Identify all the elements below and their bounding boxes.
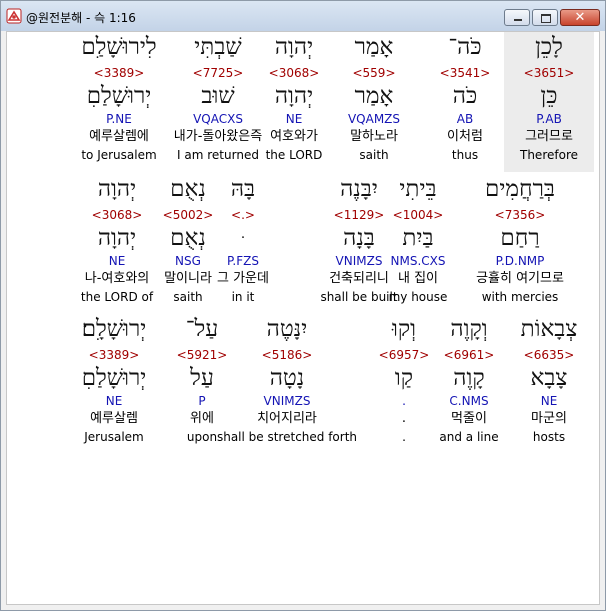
word-cell[interactable]: יִבָּנֶה <1129> בָּנָה VNIMZS 건축되리니 shall be …: [299, 174, 419, 314]
morphology-code: .: [402, 394, 406, 408]
hebrew-word: יְהוָה: [97, 176, 137, 202]
word-cell[interactable]: וְקוּ <6957> קַו...: [359, 314, 449, 454]
english-gloss: saith: [359, 148, 389, 162]
hebrew-word: שַׁבְתִּי: [194, 34, 242, 60]
hebrew-word: יִבָּנֶה: [340, 176, 378, 202]
english-gloss: I am returned: [177, 148, 259, 162]
strong-number: <3389>: [88, 348, 140, 362]
hebrew-word: כֹּה־: [448, 34, 482, 60]
morphology-code: NE: [105, 394, 123, 408]
korean-gloss: 위에: [190, 411, 214, 426]
hebrew-word: בְּרַחֲמִים: [484, 176, 555, 202]
hebrew-lemma: אָמַר: [354, 83, 394, 109]
hebrew-lemma: צָבָא: [530, 365, 568, 391]
minimize-button[interactable]: [504, 9, 530, 26]
interlinear-panel: לָכֵן <3651> כֵּן P.AB 그러므로 Therefore כֹּה־ <35…: [6, 31, 600, 605]
morphology-code: VNIMZS: [335, 254, 383, 268]
korean-gloss: 내가-돌아왔은즉: [173, 129, 263, 144]
morphology-code: AB: [456, 112, 474, 126]
word-cell[interactable]: עַל־ <5921> עַל P 위에 upon: [160, 314, 244, 454]
strong-number: <6635>: [523, 348, 575, 362]
strong-number: <3541>: [439, 66, 491, 80]
hebrew-lemma: רַחַם: [500, 225, 540, 251]
strong-number: <3068>: [91, 208, 143, 222]
word-cell[interactable]: יְהוָה <3068> יְהוָה NE 나-여호와의 the LORD of: [64, 174, 170, 314]
hebrew-lemma: יְרוּשָׁלַםִ: [86, 83, 152, 109]
english-gloss: upon: [186, 430, 218, 444]
hebrew-word: עַל־: [185, 316, 219, 342]
app-icon: [6, 8, 22, 24]
english-gloss: with mercies: [481, 290, 559, 304]
hebrew-lemma: יְרוּשָׁלַםִ: [81, 365, 147, 391]
hebrew-word: לָכֵן: [535, 34, 563, 60]
hebrew-lemma: שׁוּב: [201, 83, 235, 109]
close-icon: ✕: [574, 10, 586, 25]
hebrew-lemma: כֹּה: [452, 83, 478, 109]
word-cell[interactable]: שַׁבְתִּי <7725> שׁוּב VQACXS 내가-돌아왔은즉 I am r…: [163, 32, 273, 172]
strong-number: <3651>: [523, 66, 575, 80]
maximize-button[interactable]: [532, 9, 558, 26]
strong-number: <5921>: [176, 348, 228, 362]
english-gloss: Therefore: [520, 148, 578, 162]
morphology-code: P.NE: [106, 112, 132, 126]
strong-number: <559>: [352, 66, 396, 80]
english-gloss: shall be built: [320, 290, 398, 304]
morphology-code: NE: [108, 254, 126, 268]
hebrew-word: יְרוּשָׁלִָם׃: [81, 316, 147, 342]
window-title: @원전분해 - 슥 1:16: [26, 11, 136, 25]
korean-gloss: 이처럼: [447, 129, 483, 144]
korean-gloss: 나-여호와의: [84, 271, 150, 286]
hebrew-word: אָמַר: [354, 34, 394, 60]
english-gloss: thus: [451, 148, 479, 162]
morphology-code: VQACXS: [193, 112, 243, 126]
word-cell[interactable]: לָכֵן <3651> כֵּן P.AB 그러므로 Therefore: [504, 32, 594, 172]
strong-number: <7725>: [192, 66, 244, 80]
title-bar[interactable]: @원전분해 - 슥 1:16 ✕: [1, 1, 605, 31]
korean-gloss: 건축되리니: [329, 271, 389, 286]
english-gloss: the LORD of: [80, 290, 154, 304]
close-button[interactable]: ✕: [560, 9, 600, 26]
morphology-code: P.D.NMP: [495, 254, 545, 268]
korean-gloss: .: [401, 411, 407, 426]
hebrew-word: לִירוּשָׁלִַם: [81, 34, 157, 60]
korean-gloss: 마군의: [531, 411, 567, 426]
korean-gloss: 긍휼히 여기므로: [476, 271, 564, 286]
english-gloss: .: [402, 430, 406, 444]
hebrew-word: צְבָאוֹת: [520, 316, 578, 342]
app-window: @원전분해 - 슥 1:16 ✕ לָכֵן <3651> כֵּן P.AB 그러므로…: [0, 0, 606, 611]
word-cell[interactable]: לִירוּשָׁלִַם <3389> יְרוּשָׁלַםִ P.NE 예루살렘에…: [64, 32, 174, 172]
word-cell[interactable]: יְרוּשָׁלִָם׃ <3389> יְרוּשָׁלַםִ NE 예루살렘 Jer…: [64, 314, 164, 454]
english-gloss: Jerusalem: [84, 430, 144, 444]
word-cell[interactable]: אָמַר <559> אָמַר VQAMZS 말하노라 saith: [329, 32, 419, 172]
hebrew-word: וְקוּ: [391, 316, 417, 342]
morphology-code: P.AB: [536, 112, 562, 126]
english-gloss: hosts: [532, 430, 566, 444]
word-cell[interactable]: בְּרַחֲמִים <7356> רַחַם P.D.NMP 긍휼히 여기므로 wit…: [463, 174, 577, 314]
korean-gloss: 그러므로: [525, 129, 573, 144]
word-cell[interactable]: צְבָאוֹת <6635> צָבָא NE 마군의 hosts: [503, 314, 595, 454]
hebrew-lemma: יְהוָה: [97, 225, 137, 251]
hebrew-lemma: כֵּן: [540, 83, 558, 109]
hebrew-lemma: קַו: [394, 365, 414, 391]
morphology-code: P: [198, 394, 206, 408]
strong-number: <3389>: [93, 66, 145, 80]
english-gloss: to Jerusalem: [81, 148, 157, 162]
strong-number: <7356>: [494, 208, 546, 222]
hebrew-lemma: בָּנָה: [343, 225, 375, 251]
strong-number: <1129>: [333, 208, 385, 222]
korean-gloss: 예루살렘: [90, 411, 138, 426]
morphology-code: VQAMZS: [347, 112, 401, 126]
hebrew-lemma: עַל: [190, 365, 214, 391]
korean-gloss: 예루살렘에: [89, 129, 149, 144]
word-cell[interactable]: כֹּה־ <3541> כֹּה AB 이처럼 thus: [421, 32, 509, 172]
morphology-code: NE: [540, 394, 558, 408]
strong-number: <6957>: [378, 348, 430, 362]
korean-gloss: 말하노라: [350, 129, 398, 144]
